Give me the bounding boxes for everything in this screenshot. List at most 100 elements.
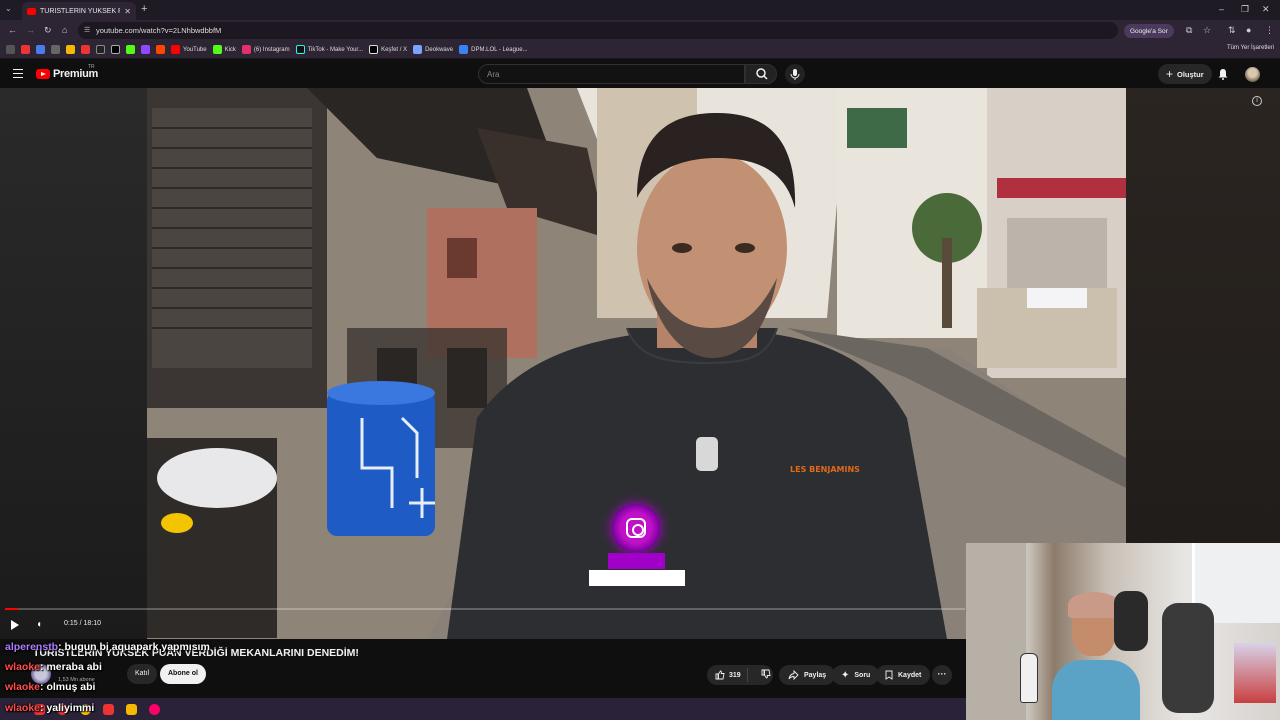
ask-button[interactable]: ✦ Soru bbox=[832, 665, 880, 685]
time-display: 0:15 / 18:10 bbox=[64, 620, 101, 627]
progress-fill bbox=[5, 608, 19, 610]
bookmark-save-icon bbox=[885, 670, 893, 680]
like-count: 319 bbox=[729, 671, 741, 679]
chat-message: alperenstb: bugun bi aquapark yapmısım bbox=[5, 641, 210, 653]
active-tab[interactable]: TURİSTLERİN YÜKSEK PUAN VE ✕ bbox=[22, 2, 136, 20]
chat-username: wlaoke bbox=[5, 681, 41, 693]
bookmark-deokwave[interactable]: Deokwave bbox=[413, 45, 453, 54]
bookmark-tiktok[interactable]: TikTok - Make Your... bbox=[295, 45, 363, 54]
url-field[interactable]: ☰ youtube.com/watch?v=2LNhbwdbbfM bbox=[78, 22, 1118, 39]
minimize-icon[interactable]: – bbox=[1219, 4, 1224, 14]
taskbar-app-icon[interactable] bbox=[103, 703, 114, 715]
progress-bar[interactable] bbox=[5, 608, 965, 610]
twitch-icon[interactable] bbox=[141, 45, 150, 54]
subscribe-button[interactable]: Abone ol bbox=[160, 664, 206, 684]
home-icon[interactable]: ⌂ bbox=[62, 25, 67, 35]
extension-icon[interactable]: ⇅ bbox=[1228, 25, 1236, 36]
like-button[interactable]: 319 bbox=[707, 668, 748, 682]
forward-icon[interactable]: → bbox=[26, 25, 35, 35]
search-input[interactable]: Ara bbox=[478, 64, 745, 84]
instagram-overlay-label bbox=[589, 570, 685, 586]
close-window-icon[interactable]: ✕ bbox=[1262, 4, 1270, 15]
dpm-icon bbox=[459, 45, 469, 54]
cast-icon[interactable]: ⧉ bbox=[1186, 25, 1192, 36]
bookmark-icon[interactable] bbox=[96, 45, 105, 54]
share-label: Paylaş bbox=[804, 671, 827, 679]
webcam-person-shirt bbox=[1052, 660, 1140, 720]
chat-text: : bugun bi aquapark yapmısım bbox=[58, 641, 210, 653]
reddit-icon[interactable] bbox=[156, 45, 165, 54]
url-text: youtube.com/watch?v=2LNhbwdbbfM bbox=[96, 26, 222, 35]
notifications-bell-icon[interactable] bbox=[1217, 68, 1229, 80]
share-button[interactable]: Paylaş bbox=[779, 665, 836, 685]
camera-glyph bbox=[626, 518, 646, 538]
tiktok-icon bbox=[295, 45, 305, 54]
reload-icon[interactable]: ↻ bbox=[44, 25, 52, 36]
play-icon[interactable] bbox=[11, 620, 19, 630]
kick-icon[interactable] bbox=[126, 45, 135, 54]
youtube-premium-logo[interactable]: Premium TR bbox=[36, 64, 98, 80]
chat-text: : yaliyimmi bbox=[40, 702, 95, 714]
youtube-header: Premium TR Ara + Oluştur bbox=[0, 60, 1280, 88]
deokwave-icon bbox=[413, 45, 423, 54]
tab-search-icon[interactable]: ⌄ bbox=[5, 4, 12, 13]
voice-search-button[interactable] bbox=[785, 64, 805, 84]
youtube-icon bbox=[171, 45, 180, 54]
share-icon bbox=[788, 670, 799, 680]
maximize-icon[interactable]: ❐ bbox=[1241, 4, 1249, 15]
search-button[interactable] bbox=[745, 64, 777, 84]
user-avatar[interactable] bbox=[1245, 67, 1260, 82]
taskbar bbox=[0, 698, 966, 720]
instagram-icon bbox=[241, 45, 251, 54]
bookmark-icon[interactable] bbox=[36, 45, 45, 54]
taskbar-app-icon[interactable] bbox=[149, 703, 160, 715]
webcam-bottle bbox=[1020, 653, 1038, 703]
taskbar-app-icon[interactable] bbox=[126, 703, 137, 715]
google-ask-button[interactable]: Google'a Sor bbox=[1124, 24, 1174, 38]
dislike-button[interactable] bbox=[753, 669, 779, 681]
microphone-icon bbox=[790, 69, 800, 80]
close-tab-icon[interactable]: ✕ bbox=[124, 7, 131, 16]
bookmark-star-icon[interactable]: ☆ bbox=[1203, 25, 1211, 36]
instagram-overlay-icon bbox=[612, 504, 660, 552]
tab-title: TURİSTLERİN YÜKSEK PUAN VE bbox=[40, 7, 120, 15]
join-button[interactable]: Katıl bbox=[127, 664, 158, 684]
chat-username: wlaoke bbox=[5, 661, 41, 673]
youtube-logo-icon bbox=[36, 69, 50, 79]
create-label: Oluştur bbox=[1177, 69, 1204, 79]
bookmark-instagram[interactable]: (6) Instagram bbox=[241, 45, 290, 54]
info-icon[interactable]: i bbox=[1252, 96, 1262, 106]
apps-icon[interactable] bbox=[6, 45, 15, 54]
sparkle-icon: ✦ bbox=[841, 669, 850, 681]
menu-icon[interactable]: ⋮ bbox=[1265, 25, 1274, 36]
bookmark-kick[interactable]: Kick bbox=[212, 45, 236, 54]
volume-icon[interactable]: ◖ bbox=[36, 619, 42, 630]
webcam-person-cap bbox=[1068, 592, 1120, 618]
hamburger-menu-icon[interactable] bbox=[13, 69, 23, 78]
new-tab-button[interactable]: + bbox=[141, 3, 147, 15]
site-info-icon[interactable]: ☰ bbox=[84, 26, 90, 34]
video-blur-left bbox=[0, 88, 147, 639]
youtube-favicon-icon bbox=[27, 7, 36, 15]
more-actions-button[interactable]: ··· bbox=[932, 665, 952, 685]
all-bookmarks-button[interactable]: Tüm Yer İşaretleri bbox=[1227, 45, 1274, 51]
save-button[interactable]: Kaydet bbox=[876, 665, 931, 685]
bookmark-icon[interactable] bbox=[51, 45, 60, 54]
bookmark-x[interactable]: Keşfet / X bbox=[369, 45, 407, 54]
bookmark-dpm[interactable]: DPM.LOL - League... bbox=[459, 45, 528, 54]
profile-icon[interactable]: ● bbox=[1246, 25, 1251, 35]
search-icon bbox=[756, 68, 768, 80]
chat-username: wlaoke bbox=[5, 702, 41, 714]
like-dislike-group: 319 bbox=[707, 665, 773, 685]
bookmark-icon[interactable] bbox=[66, 45, 75, 54]
bookmark-icon[interactable] bbox=[21, 45, 30, 54]
create-button[interactable]: + Oluştur bbox=[1158, 64, 1212, 84]
x-icon bbox=[369, 45, 379, 54]
region-code: TR bbox=[88, 64, 95, 70]
ask-label: Soru bbox=[854, 671, 871, 679]
bookmark-youtube[interactable]: YouTube bbox=[171, 45, 207, 54]
back-icon[interactable]: ← bbox=[8, 25, 17, 35]
x-icon[interactable] bbox=[111, 45, 120, 54]
chat-message: wlaoke: yaliyimmi bbox=[5, 702, 94, 714]
bookmark-icon[interactable] bbox=[81, 45, 90, 54]
